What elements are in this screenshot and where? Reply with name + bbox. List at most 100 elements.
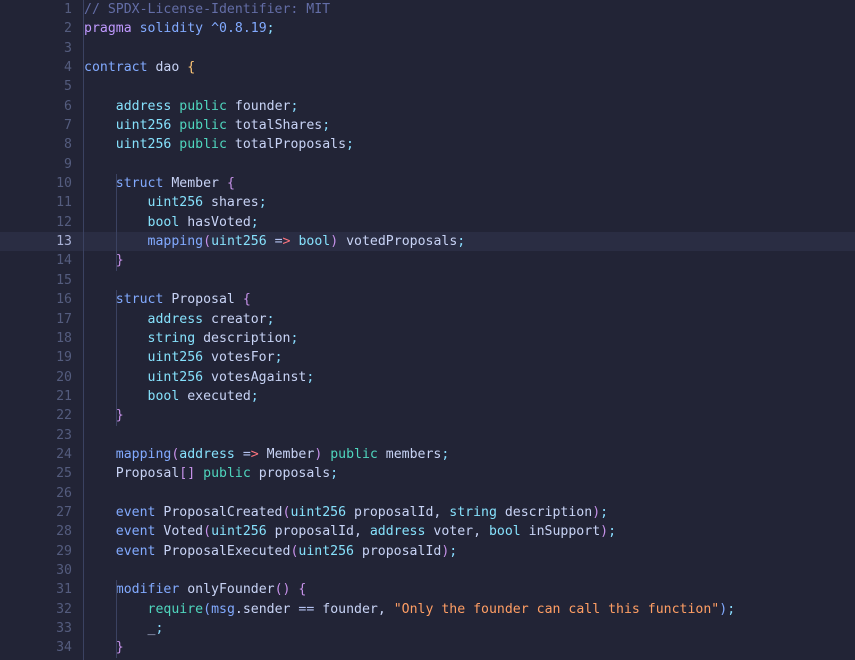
code-line-text[interactable]: [84, 561, 855, 580]
code-line-text[interactable]: [84, 426, 855, 445]
line-number[interactable]: 23: [0, 426, 72, 445]
line-number[interactable]: 8: [0, 135, 72, 154]
code-line[interactable]: 5: [0, 77, 855, 96]
code-line[interactable]: 10 struct Member {: [0, 174, 855, 194]
code-line[interactable]: 31 modifier onlyFounder() {: [0, 580, 855, 600]
code-line-text[interactable]: event ProposalExecuted(uint256 proposalI…: [84, 542, 855, 561]
code-line[interactable]: 3: [0, 39, 855, 58]
code-line[interactable]: 32 require(msg.sender == founder, "Only …: [0, 599, 855, 619]
code-line-text[interactable]: bool hasVoted;: [84, 212, 855, 233]
code-line-text[interactable]: struct Member {: [84, 174, 855, 194]
code-line[interactable]: 26: [0, 484, 855, 503]
code-line-text[interactable]: address public founder;: [84, 97, 855, 116]
code-line-text[interactable]: [84, 484, 855, 503]
code-line-text[interactable]: [84, 39, 855, 58]
code-line[interactable]: 6 address public founder;: [0, 97, 855, 116]
code-line-text[interactable]: Proposal[] public proposals;: [84, 464, 855, 483]
line-number[interactable]: 18: [0, 329, 72, 348]
line-number[interactable]: 11: [0, 193, 72, 212]
code-line[interactable]: 9: [0, 155, 855, 174]
line-number[interactable]: 29: [0, 542, 72, 561]
code-line[interactable]: 13 mapping(uint256 => bool) votedProposa…: [0, 232, 855, 252]
code-line-text[interactable]: uint256 public totalProposals;: [84, 135, 855, 154]
code-line[interactable]: 4 contract dao {: [0, 58, 855, 77]
line-number[interactable]: 21: [0, 387, 72, 406]
code-line[interactable]: 1 // SPDX-License-Identifier: MIT: [0, 0, 855, 19]
line-number[interactable]: 26: [0, 484, 72, 503]
code-line[interactable]: 15: [0, 271, 855, 290]
code-line-text[interactable]: uint256 votesAgainst;: [84, 367, 855, 387]
code-line-text[interactable]: [84, 271, 855, 290]
code-line[interactable]: 17 address creator;: [0, 309, 855, 329]
code-line-text[interactable]: _;: [84, 619, 855, 639]
code-editor[interactable]: 1 // SPDX-License-Identifier: MIT 2 pragma …: [0, 0, 855, 660]
code-line-text[interactable]: }: [84, 638, 855, 658]
code-line[interactable]: 16 struct Proposal {: [0, 290, 855, 310]
line-number[interactable]: 5: [0, 77, 72, 96]
code-line[interactable]: 11 uint256 shares;: [0, 193, 855, 213]
code-line[interactable]: 19 uint256 votesFor;: [0, 348, 855, 368]
code-line[interactable]: 27 event ProposalCreated(uint256 proposa…: [0, 503, 855, 522]
line-number[interactable]: 6: [0, 97, 72, 116]
code-line[interactable]: 18 string description;: [0, 328, 855, 349]
line-number[interactable]: 13: [0, 232, 72, 251]
line-number[interactable]: 34: [0, 638, 72, 657]
code-line-text[interactable]: modifier onlyFounder() {: [84, 580, 855, 600]
code-line-text[interactable]: require(msg.sender == founder, "Only the…: [84, 599, 855, 619]
line-number[interactable]: 2: [0, 19, 72, 38]
code-line[interactable]: 28 event Voted(uint256 proposalId, addre…: [0, 522, 855, 541]
code-line-text[interactable]: mapping(address => Member) public member…: [84, 445, 855, 464]
line-number[interactable]: 31: [0, 580, 72, 599]
line-number[interactable]: 7: [0, 116, 72, 135]
line-number[interactable]: 9: [0, 155, 72, 174]
code-line-text[interactable]: event Voted(uint256 proposalId, address …: [84, 522, 855, 541]
code-line-text[interactable]: [84, 77, 855, 96]
code-line-text[interactable]: bool executed;: [84, 386, 855, 407]
line-number[interactable]: 33: [0, 619, 72, 638]
code-line-text[interactable]: address creator;: [84, 309, 855, 329]
code-line-text[interactable]: // SPDX-License-Identifier: MIT: [84, 0, 855, 19]
line-number[interactable]: 30: [0, 561, 72, 580]
code-line[interactable]: 22 }: [0, 406, 855, 426]
code-line[interactable]: 29 event ProposalExecuted(uint256 propos…: [0, 542, 855, 561]
line-number[interactable]: 22: [0, 406, 72, 425]
line-number[interactable]: 16: [0, 290, 72, 309]
code-line-text[interactable]: contract dao {: [84, 58, 855, 77]
code-line[interactable]: 34 }: [0, 638, 855, 658]
code-lines-container[interactable]: 1 // SPDX-License-Identifier: MIT 2 pragma …: [0, 0, 855, 660]
line-number[interactable]: 24: [0, 445, 72, 464]
code-line[interactable]: 23: [0, 426, 855, 445]
code-line[interactable]: 12 bool hasVoted;: [0, 212, 855, 233]
line-number[interactable]: 32: [0, 600, 72, 619]
code-line[interactable]: 7 uint256 public totalShares;: [0, 116, 855, 135]
code-line-text[interactable]: [84, 155, 855, 174]
code-line-text[interactable]: uint256 shares;: [84, 193, 855, 213]
line-number[interactable]: 15: [0, 271, 72, 290]
line-number[interactable]: 27: [0, 503, 72, 522]
code-line[interactable]: 25 Proposal[] public proposals;: [0, 464, 855, 483]
code-line[interactable]: 33 _;: [0, 619, 855, 639]
code-line-text[interactable]: string description;: [84, 328, 855, 349]
line-number[interactable]: 14: [0, 251, 72, 270]
line-number[interactable]: 4: [0, 58, 72, 77]
code-line-text[interactable]: }: [84, 251, 855, 271]
line-number[interactable]: 10: [0, 174, 72, 193]
code-line[interactable]: 30: [0, 561, 855, 580]
line-number[interactable]: 1: [0, 0, 72, 19]
line-number[interactable]: 20: [0, 368, 72, 387]
line-number[interactable]: 19: [0, 348, 72, 367]
line-number[interactable]: 25: [0, 464, 72, 483]
code-line-text[interactable]: event ProposalCreated(uint256 proposalId…: [84, 503, 855, 522]
code-line[interactable]: 2 pragma solidity ^0.8.19;: [0, 19, 855, 38]
code-line[interactable]: 8 uint256 public totalProposals;: [0, 135, 855, 154]
code-line-text[interactable]: struct Proposal {: [84, 290, 855, 310]
line-number[interactable]: 17: [0, 310, 72, 329]
code-line-text[interactable]: uint256 public totalShares;: [84, 116, 855, 135]
code-line-text[interactable]: mapping(uint256 => bool) votedProposals;: [84, 232, 855, 252]
code-line[interactable]: 24 mapping(address => Member) public mem…: [0, 445, 855, 464]
code-line-text[interactable]: uint256 votesFor;: [84, 348, 855, 368]
code-line[interactable]: 14 }: [0, 251, 855, 271]
code-line[interactable]: 20 uint256 votesAgainst;: [0, 367, 855, 387]
code-line[interactable]: 21 bool executed;: [0, 386, 855, 407]
line-number[interactable]: 28: [0, 522, 72, 541]
